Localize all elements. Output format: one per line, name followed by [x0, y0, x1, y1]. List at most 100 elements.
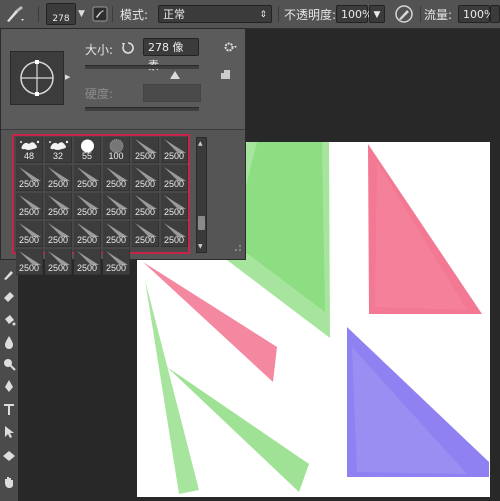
brush-preset-size: 2500 — [163, 235, 185, 245]
size-input[interactable]: 278 像素 — [143, 38, 199, 72]
dodge-icon[interactable] — [1, 355, 17, 373]
brush-preset-item[interactable]: 2500 — [161, 137, 188, 163]
brush-preset-item[interactable]: 2500 — [16, 193, 43, 219]
brush-preset-size: 2500 — [76, 207, 98, 217]
size-slider-handle[interactable] — [170, 64, 180, 83]
brush-preset-size: 2500 — [105, 207, 127, 217]
brush-preset-size: 2500 — [47, 235, 69, 245]
brush-preset-size: 2500 — [47, 207, 69, 217]
brush-preset-size: 2500 — [76, 263, 98, 273]
airbrush-icon[interactable] — [394, 4, 414, 24]
brush-preset-item[interactable]: 2500 — [74, 221, 101, 247]
type-tool-icon[interactable] — [1, 400, 17, 418]
mode-dropdown-icon: ⇕ — [259, 10, 267, 20]
brush-preset-size: 2500 — [105, 263, 127, 273]
brush-preset-size: 2500 — [18, 235, 40, 245]
brush-preset-item[interactable]: 2500 — [103, 249, 130, 275]
resize-grip-icon[interactable] — [234, 237, 242, 256]
reset-icon[interactable] — [121, 40, 135, 59]
flow-dropdown-icon[interactable] — [490, 5, 500, 23]
opacity-dropdown-icon[interactable]: ▼ — [369, 5, 385, 23]
hardness-label: 硬度: — [85, 87, 114, 101]
mode-value: 正常 — [163, 8, 185, 21]
hardness-slider — [85, 107, 199, 111]
brush-preset-item[interactable]: 2500 — [16, 165, 43, 191]
brush-preset-item[interactable]: 2500 — [45, 249, 72, 275]
brush-preset-item[interactable]: 32 — [45, 137, 72, 163]
options-bar: 278 ▼ 模式: 正常 ⇕ 不透明度: 100% ▼ 流量: 100% — [0, 0, 500, 29]
brush-preset-item[interactable]: 2500 — [132, 165, 159, 191]
brush-preset-list: 48 32 55 100 2500 2500 2500 2500 2500 2500 2500 250… — [12, 134, 190, 275]
brush-preset-size: 2500 — [47, 179, 69, 189]
gear-icon[interactable] — [223, 38, 237, 57]
brush-preset-item[interactable]: 2500 — [132, 193, 159, 219]
brush-preset-size: 2500 — [76, 235, 98, 245]
shape-tool-icon[interactable] — [1, 447, 17, 465]
hand-tool-icon[interactable] — [1, 473, 17, 491]
brush-settings: ▶ 大小: 278 像素 硬度: — [1, 29, 245, 130]
path-selection-icon[interactable] — [1, 423, 17, 441]
brush-preset-item[interactable]: 2500 — [74, 193, 101, 219]
preview-arrow-icon[interactable]: ▶ — [65, 73, 70, 81]
brush-preset-item[interactable]: 2500 — [74, 165, 101, 191]
scroll-up-icon[interactable]: ▲ — [198, 140, 203, 147]
brush-preset-item[interactable]: 2500 — [132, 137, 159, 163]
brush-preset-size: 2500 — [105, 179, 127, 189]
brush-preset-item[interactable]: 55 — [74, 137, 101, 163]
mode-label: 模式: — [120, 7, 149, 22]
brush-tip-preview[interactable] — [10, 51, 64, 105]
brush-panel-icon[interactable] — [92, 4, 108, 24]
scroll-thumb[interactable] — [198, 216, 205, 230]
brush-preset-item[interactable]: 2500 — [74, 249, 101, 275]
brush-preset-item[interactable]: 2500 — [16, 221, 43, 247]
brush-preset-size: 55 — [81, 151, 92, 161]
brush-preset-size: 2500 — [18, 179, 40, 189]
brush-preset-size: 2500 — [18, 207, 40, 217]
brush-preset-size: 2500 — [18, 263, 40, 273]
brush-preset-item[interactable]: 2500 — [161, 221, 188, 247]
brush-preset-size: 100 — [108, 151, 124, 161]
eraser-icon[interactable] — [1, 287, 17, 305]
blur-icon[interactable] — [1, 333, 17, 351]
brush-preset-item[interactable]: 2500 — [45, 221, 72, 247]
brush-preset-panel: ▶ 大小: 278 像素 硬度: 48 32 55 100 2500 2500 2500 25… — [0, 28, 246, 275]
scroll-down-icon[interactable]: ▼ — [198, 243, 203, 250]
brush-preset-size: 2500 — [134, 207, 156, 217]
brush-preset-item[interactable]: 2500 — [103, 193, 130, 219]
brush-preset-size: 2500 — [163, 207, 185, 217]
brush-preset-size: 2500 — [105, 235, 127, 245]
preset-picker-dropdown-icon[interactable]: ▼ — [78, 9, 85, 19]
brush-size-value: 278 — [52, 14, 70, 24]
brush-preset-size: 2500 — [134, 235, 156, 245]
brush-preset-item[interactable]: 2500 — [132, 221, 159, 247]
size-slider[interactable] — [85, 65, 199, 69]
brush-preset-item[interactable]: 100 — [103, 137, 130, 163]
hardness-input — [143, 84, 201, 102]
brush-preset-picker[interactable]: 278 — [46, 3, 76, 25]
brush-preset-item[interactable]: 2500 — [161, 165, 188, 191]
brush-preset-size: 2500 — [163, 179, 185, 189]
brush-preset-item[interactable]: 2500 — [103, 221, 130, 247]
brush-tool-icon-side[interactable] — [1, 265, 17, 283]
brush-preset-size: 2500 — [163, 151, 185, 161]
brush-preset-item[interactable]: 2500 — [161, 193, 188, 219]
brush-preset-size: 2500 — [47, 263, 69, 273]
opacity-input[interactable]: 100% — [336, 5, 372, 23]
brush-preset-size: 2500 — [134, 179, 156, 189]
brush-preset-item[interactable]: 2500 — [45, 165, 72, 191]
flow-input[interactable]: 100% — [458, 5, 494, 23]
brush-preset-item[interactable]: 2500 — [16, 249, 43, 275]
flow-label: 流量: — [424, 7, 453, 22]
preset-scrollbar[interactable]: ▲ ▼ — [196, 137, 207, 253]
pen-tool-icon[interactable] — [1, 377, 17, 395]
brush-tool-icon[interactable] — [4, 4, 26, 24]
brush-preset-size: 2500 — [134, 151, 156, 161]
brush-preset-item[interactable]: 48 — [16, 137, 43, 163]
brush-preset-size: 48 — [23, 151, 34, 161]
new-preset-icon[interactable] — [219, 65, 231, 84]
brush-preset-item[interactable]: 2500 — [45, 193, 72, 219]
brush-preset-item[interactable]: 2500 — [103, 165, 130, 191]
size-label: 大小: — [85, 43, 114, 57]
mode-select[interactable]: 正常 ⇕ — [158, 5, 272, 23]
paint-bucket-icon[interactable] — [1, 311, 17, 329]
